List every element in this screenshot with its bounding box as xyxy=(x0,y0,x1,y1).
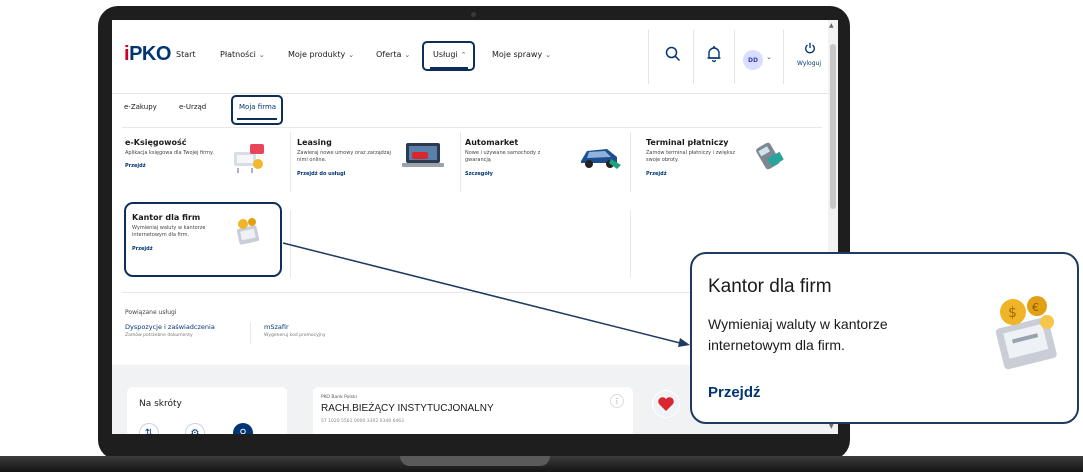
zoom-callout: Kantor dla firm Wymieniaj waluty w kanto… xyxy=(690,252,1079,424)
currency-exchange-illustration: $ € xyxy=(987,292,1067,384)
callout-title: Kantor dla firm xyxy=(708,276,832,297)
callout-przejdz-link[interactable]: Przejdź xyxy=(708,384,761,401)
callout-description: Wymieniaj waluty w kantorze internetowym… xyxy=(708,316,888,353)
svg-text:€: € xyxy=(1032,301,1039,314)
svg-text:$: $ xyxy=(1008,305,1017,321)
